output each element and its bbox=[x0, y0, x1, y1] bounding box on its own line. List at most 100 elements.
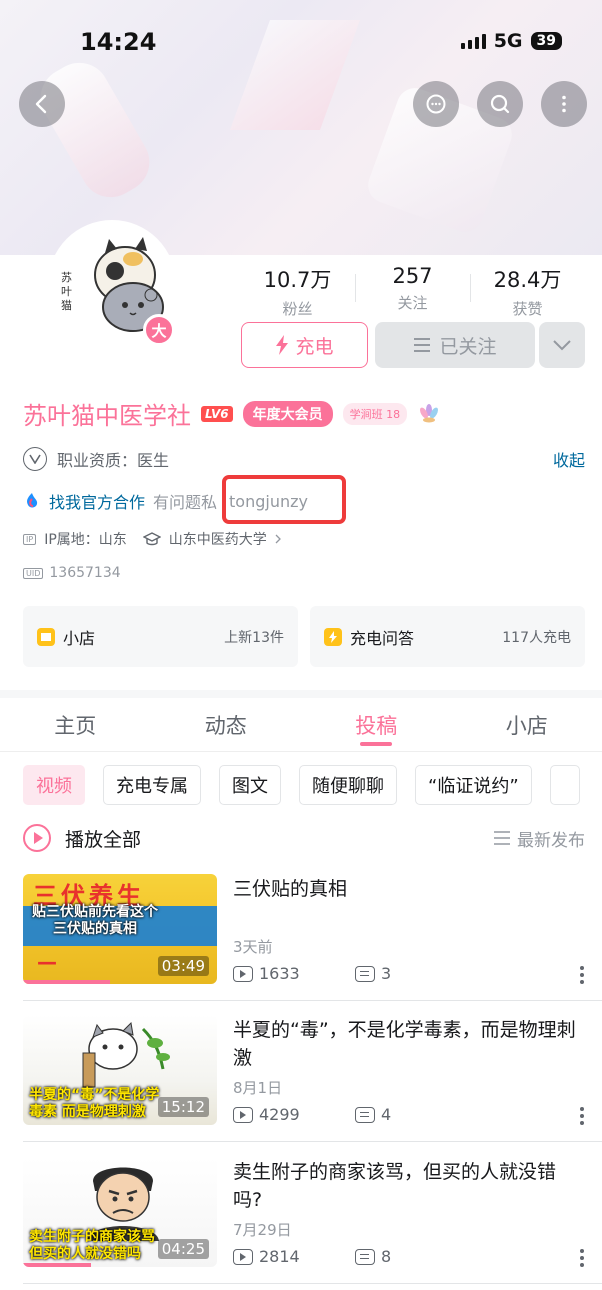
collapse-link[interactable]: 收起 bbox=[553, 447, 585, 471]
more-button[interactable] bbox=[541, 81, 587, 127]
video-title: 三伏贴的真相 bbox=[233, 878, 348, 900]
qualification-row: 职业资质：医生 收起 bbox=[23, 447, 585, 471]
chip-casual-chat[interactable]: 随便聊聊 bbox=[299, 765, 397, 805]
video-duration: 03:49 bbox=[157, 956, 209, 976]
section-divider bbox=[0, 690, 602, 698]
uid-row: UID 13657134 bbox=[23, 565, 121, 581]
tab-uploads[interactable]: 投稿 bbox=[301, 698, 452, 751]
chip-image-text[interactable]: 图文 bbox=[219, 765, 281, 805]
stats-row: 10.7万 粉丝 257 关注 28.4万 获赞 bbox=[240, 264, 585, 319]
video-item[interactable]: 卖生附子的商家该骂 但买的人就没错吗 04:25 卖生附子的商家该骂，但买的人就… bbox=[23, 1157, 602, 1287]
danmaku-count: 3 bbox=[381, 964, 392, 983]
video-menu-icon[interactable] bbox=[580, 1107, 584, 1125]
video-thumbnail[interactable]: 半夏的“毒”不是化学毒素 而是物理刺激 15:12 bbox=[23, 1015, 217, 1125]
chevron-left-icon bbox=[35, 94, 47, 114]
video-menu-icon[interactable] bbox=[580, 966, 584, 984]
signal-icon bbox=[460, 33, 486, 49]
avatar-level-badge: 大 bbox=[143, 314, 175, 346]
ip-row: IP IP属地：山东 山东中医药大学 bbox=[23, 529, 281, 549]
charge-button[interactable]: 充电 bbox=[241, 322, 368, 368]
play-count: 4299 bbox=[259, 1105, 300, 1124]
filter-chips: 视频 充电专属 图文 随便聊聊 “临证说约” bbox=[23, 765, 602, 805]
video-title: 半夏的“毒”，不是化学毒素，而是物理刺激 bbox=[233, 1019, 576, 1069]
cat-illustration-icon bbox=[82, 1021, 170, 1088]
tab-dynamics[interactable]: 动态 bbox=[151, 698, 302, 751]
school-icon bbox=[142, 532, 161, 546]
video-date: 8月1日 bbox=[233, 1079, 283, 1097]
video-thumbnail[interactable]: 三伏养生 贴三伏贴前先看这个 三伏贴的真相 — 03:49 bbox=[23, 874, 217, 984]
likes-stat[interactable]: 28.4万 获赞 bbox=[470, 264, 585, 319]
status-time: 14:24 bbox=[80, 28, 157, 56]
list-divider bbox=[23, 1000, 602, 1001]
search-button[interactable] bbox=[477, 81, 523, 127]
flower-badge-icon[interactable] bbox=[417, 402, 441, 426]
play-count-icon bbox=[233, 965, 253, 982]
play-all-button[interactable]: 播放全部 bbox=[65, 825, 141, 852]
shop-icon bbox=[37, 627, 55, 646]
school-link[interactable]: 山东中医药大学 bbox=[169, 529, 267, 549]
cooperation-icon bbox=[27, 493, 38, 508]
sort-lines-icon bbox=[494, 831, 510, 845]
back-button[interactable] bbox=[19, 81, 65, 127]
follow-dropdown-button[interactable] bbox=[539, 322, 585, 368]
stat-value: 28.4万 bbox=[493, 268, 562, 292]
stat-label: 粉丝 bbox=[282, 300, 313, 318]
profile-tabs: 主页 动态 投稿 小店 bbox=[0, 698, 602, 752]
vip-badge[interactable]: 年度大会员 bbox=[242, 400, 333, 427]
class-badge[interactable]: 学涧班 18 bbox=[342, 402, 408, 425]
network-label: 5G bbox=[493, 30, 523, 52]
chip-clinical[interactable]: “临证说约” bbox=[415, 765, 532, 805]
tab-shop[interactable]: 小店 bbox=[452, 698, 602, 751]
lightning-icon bbox=[276, 335, 289, 355]
danmaku-icon bbox=[355, 965, 375, 982]
tab-home[interactable]: 主页 bbox=[0, 698, 151, 751]
play-all-row: 播放全部 最新发布 bbox=[23, 824, 585, 852]
chat-icon bbox=[426, 94, 446, 114]
video-thumbnail[interactable]: 卖生附子的商家该骂 但买的人就没错吗 04:25 bbox=[23, 1157, 217, 1267]
message-button[interactable] bbox=[413, 81, 459, 127]
uid-value: 13657134 bbox=[49, 565, 121, 581]
following-stat[interactable]: 257 关注 bbox=[355, 264, 470, 319]
fans-stat[interactable]: 10.7万 粉丝 bbox=[240, 264, 355, 319]
chip-charge-only[interactable]: 充电专属 bbox=[103, 765, 201, 805]
uid-tag-icon: UID bbox=[23, 567, 44, 579]
video-stats: 1633 3 bbox=[233, 964, 477, 983]
followed-button[interactable]: 已关注 bbox=[375, 322, 535, 368]
video-menu-icon[interactable] bbox=[580, 1249, 584, 1267]
stat-label: 关注 bbox=[397, 294, 428, 312]
cooperation-link[interactable]: 找我官方合作 bbox=[49, 489, 145, 513]
video-date: 7月29日 bbox=[233, 1221, 292, 1239]
ip-tag-icon: IP bbox=[23, 533, 37, 545]
followed-label: 已关注 bbox=[439, 335, 497, 358]
danmaku-count: 4 bbox=[381, 1105, 392, 1124]
stat-value: 257 bbox=[392, 264, 433, 288]
contact-hint: 有问题私 bbox=[153, 493, 218, 512]
card-meta: 117人充电 bbox=[502, 629, 571, 646]
chevron-down-icon bbox=[553, 340, 571, 351]
card-title: 小店 bbox=[63, 628, 96, 648]
video-item[interactable]: 半夏的“毒”不是化学毒素 而是物理刺激 15:12 半夏的“毒”，不是化学毒素，… bbox=[23, 1015, 602, 1145]
list-divider bbox=[23, 1283, 602, 1284]
ip-location: IP属地：山东 bbox=[44, 532, 127, 548]
highlight-annotation-box bbox=[222, 475, 346, 524]
play-count: 2814 bbox=[259, 1247, 300, 1266]
sort-label: 最新发布 bbox=[517, 830, 585, 851]
danmaku-icon bbox=[355, 1248, 375, 1265]
danmaku-icon bbox=[355, 1106, 375, 1123]
charge-qa-card[interactable]: 充电问答 117人充电 bbox=[310, 606, 585, 667]
play-all-icon[interactable] bbox=[23, 824, 51, 852]
chevron-right-icon bbox=[275, 534, 281, 544]
video-stats: 4299 4 bbox=[233, 1105, 477, 1124]
stat-label: 获赞 bbox=[512, 300, 543, 318]
card-title: 充电问答 bbox=[350, 628, 415, 648]
feature-cards: 小店 上新13件 充电问答 117人充电 bbox=[23, 606, 585, 667]
card-meta: 上新13件 bbox=[224, 629, 284, 646]
charge-label: 充电 bbox=[295, 335, 334, 358]
chip-video[interactable]: 视频 bbox=[23, 765, 85, 805]
chip-partial[interactable] bbox=[549, 765, 580, 805]
play-count: 1633 bbox=[259, 964, 300, 983]
danmaku-count: 8 bbox=[381, 1247, 392, 1266]
video-item[interactable]: 三伏养生 贴三伏贴前先看这个 三伏贴的真相 — 03:49 三伏贴的真相 3天前… bbox=[23, 874, 602, 1004]
shop-card[interactable]: 小店 上新13件 bbox=[23, 606, 298, 667]
sort-button[interactable]: 最新发布 bbox=[493, 826, 585, 851]
